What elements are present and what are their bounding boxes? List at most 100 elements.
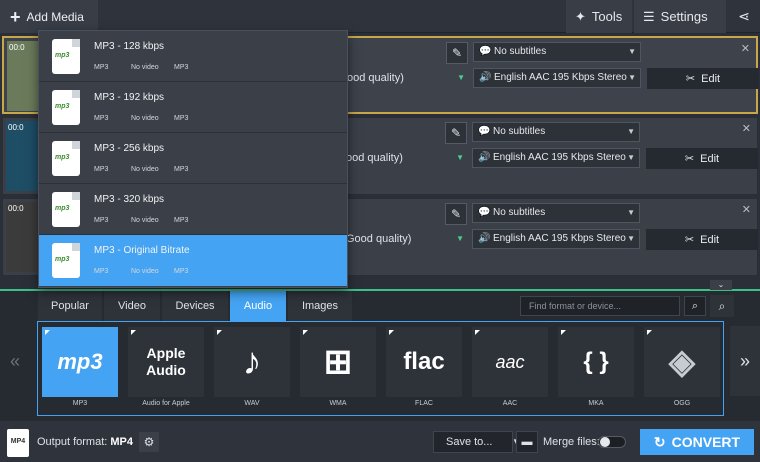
format-tile-label: WAV [244, 400, 260, 407]
share-button[interactable]: ⋖ [728, 0, 760, 33]
edit-button[interactable]: ✂ Edit [646, 229, 758, 250]
preset-audio-format: MP3 [94, 64, 109, 71]
format-tile-flac[interactable]: flac [386, 327, 462, 397]
format-tile-wma[interactable]: ⊞ [300, 327, 376, 397]
chevron-down-icon: ▼ [456, 153, 464, 162]
format-search-input[interactable]: Find format or device... [520, 296, 680, 316]
tab-video[interactable]: Video [104, 291, 160, 321]
detect-device-button[interactable]: ⌕ [710, 295, 734, 317]
scissors-icon: ✂ [684, 234, 695, 246]
audio-track-select[interactable]: 🔊 English AAC 195 Kbps Stereo ▼ [472, 148, 640, 168]
chevron-down-icon: ▼ [457, 73, 465, 82]
close-icon[interactable]: ✕ [742, 203, 751, 216]
chevron-down-icon: ▼ [627, 234, 635, 243]
preset-audio-format: MP3 [94, 166, 109, 173]
chevron-down-icon: ▼ [627, 127, 635, 136]
folder-icon: ▬ [521, 436, 533, 448]
convert-label: CONVERT [671, 434, 741, 450]
search-button[interactable]: ⌕ [684, 296, 706, 316]
tab-images[interactable]: Images [288, 291, 352, 321]
format-tile-apple[interactable]: Apple Audio [128, 327, 204, 397]
tab-audio[interactable]: Audio [230, 291, 286, 321]
tab-devices[interactable]: Devices [162, 291, 228, 321]
scroll-left-button[interactable]: « [0, 326, 30, 396]
edit-label: Edit [701, 72, 721, 85]
format-tile-mp3[interactable]: mp3 [42, 327, 118, 397]
ogg-fish-icon: ◈ [668, 343, 696, 381]
format-tile-mka[interactable]: { } [558, 327, 634, 397]
mp3-file-icon: mp3 [52, 192, 80, 227]
format-tile-aac[interactable]: aac [472, 327, 548, 397]
chevron-down-icon: ▼ [628, 47, 636, 56]
preset-title: MP3 - Original Bitrate [94, 245, 190, 256]
collapse-panel-button[interactable]: ⌄ [710, 280, 732, 290]
scroll-right-button[interactable]: » [730, 326, 760, 396]
mka-logo-icon: { } [583, 348, 609, 375]
format-tile-label: MKA [588, 400, 604, 407]
output-format[interactable]: Output format: MP4 [37, 436, 133, 448]
format-tiles: mp3 MP3 Apple Audio Audio for Apple ♪ WA… [37, 321, 724, 416]
preset-item[interactable]: mp3 MP3 - 128 kbps MP3 No video MP3 [39, 31, 347, 82]
rename-button[interactable]: ✎ [445, 122, 467, 144]
close-icon[interactable]: ✕ [742, 122, 751, 135]
format-tile-label: FLAC [415, 400, 433, 407]
merge-files-label: Merge files: [543, 436, 600, 448]
audio-text: English AAC 195 Kbps Stereo [493, 152, 626, 163]
format-tile-label: Audio for Apple [142, 400, 190, 407]
add-media-button[interactable]: + Add Media [0, 0, 98, 33]
duration-text: 00:0 [9, 43, 25, 52]
preset-container: MP3 [174, 64, 189, 71]
quality-select[interactable]: ood quality) ▼ [346, 148, 466, 168]
preset-container: MP3 [174, 217, 189, 224]
gear-icon: ⚙ [143, 435, 155, 449]
chevron-double-right-icon: » [739, 350, 750, 371]
tab-popular[interactable]: Popular [38, 291, 102, 321]
rename-button[interactable]: ✎ [446, 42, 468, 64]
chevron-double-down-icon: ⌄ [717, 280, 725, 289]
merge-files-toggle[interactable] [598, 436, 626, 448]
subtitles-select[interactable]: 💬 No subtitles ▼ [472, 122, 640, 142]
subtitles-select[interactable]: 💬 No subtitles ▼ [472, 203, 640, 223]
wand-icon: ✦ [575, 8, 586, 24]
format-tile-label: WMA [329, 400, 347, 407]
format-panel: Popular Video Devices Audio Images Find … [0, 291, 760, 421]
tools-label: Tools [591, 9, 623, 24]
settings-button[interactable]: ☰ Settings [634, 0, 726, 33]
tools-button[interactable]: ✦ Tools [566, 0, 632, 33]
chevron-down-icon: ▼ [456, 234, 464, 243]
edit-button[interactable]: ✂ Edit [646, 148, 758, 169]
format-tile-label: OGG [673, 400, 691, 407]
preset-video-info: No video [131, 115, 159, 122]
edit-button[interactable]: ✂ Edit [647, 68, 759, 89]
mp3-logo-icon: mp3 [57, 349, 103, 374]
preset-item[interactable]: mp3 MP3 - 256 kbps MP3 No video MP3 [39, 133, 347, 184]
settings-label: Settings [660, 9, 708, 24]
save-to-select[interactable]: Save to... ▼ [433, 431, 520, 453]
music-note-icon: ♪ [242, 340, 262, 383]
convert-button[interactable]: ↻ CONVERT [640, 429, 754, 455]
pencil-icon: ✎ [451, 46, 463, 60]
audio-track-select[interactable]: 🔊 English AAC 195 Kbps Stereo ▼ [472, 229, 640, 249]
device-search-icon: ⌕ [718, 299, 726, 313]
speaker-icon: 🔊 [479, 72, 492, 83]
pencil-icon: ✎ [450, 207, 462, 221]
preset-item[interactable]: mp3 MP3 - 192 kbps MP3 No video MP3 [39, 82, 347, 133]
format-tile-ogg[interactable]: ◈ [644, 327, 720, 397]
preset-audio-format: MP3 [94, 217, 109, 224]
quality-select[interactable]: ood quality) ▼ [347, 68, 467, 88]
audio-track-select[interactable]: 🔊 English AAC 195 Kbps Stereo ▼ [473, 68, 641, 88]
subtitles-select[interactable]: 💬 No subtitles ▼ [473, 42, 641, 62]
pencil-icon: ✎ [450, 126, 462, 140]
scissors-icon: ✂ [685, 73, 696, 85]
rename-button[interactable]: ✎ [445, 203, 467, 225]
preset-item-selected[interactable]: mp3 MP3 - Original Bitrate MP3 No video … [39, 235, 347, 286]
preset-audio-format: MP3 [94, 115, 109, 122]
preset-item[interactable]: mp3 MP3 - 320 kbps MP3 No video MP3 [39, 184, 347, 235]
chevron-down-icon: ▼ [627, 153, 635, 162]
subtitles-text: No subtitles [494, 46, 547, 57]
format-tile-wav[interactable]: ♪ [214, 327, 290, 397]
open-folder-button[interactable]: ▬ [516, 431, 538, 453]
quality-select[interactable]: Good quality) ▼ [346, 229, 466, 249]
output-settings-button[interactable]: ⚙ [139, 432, 159, 452]
close-icon[interactable]: ✕ [741, 42, 750, 55]
